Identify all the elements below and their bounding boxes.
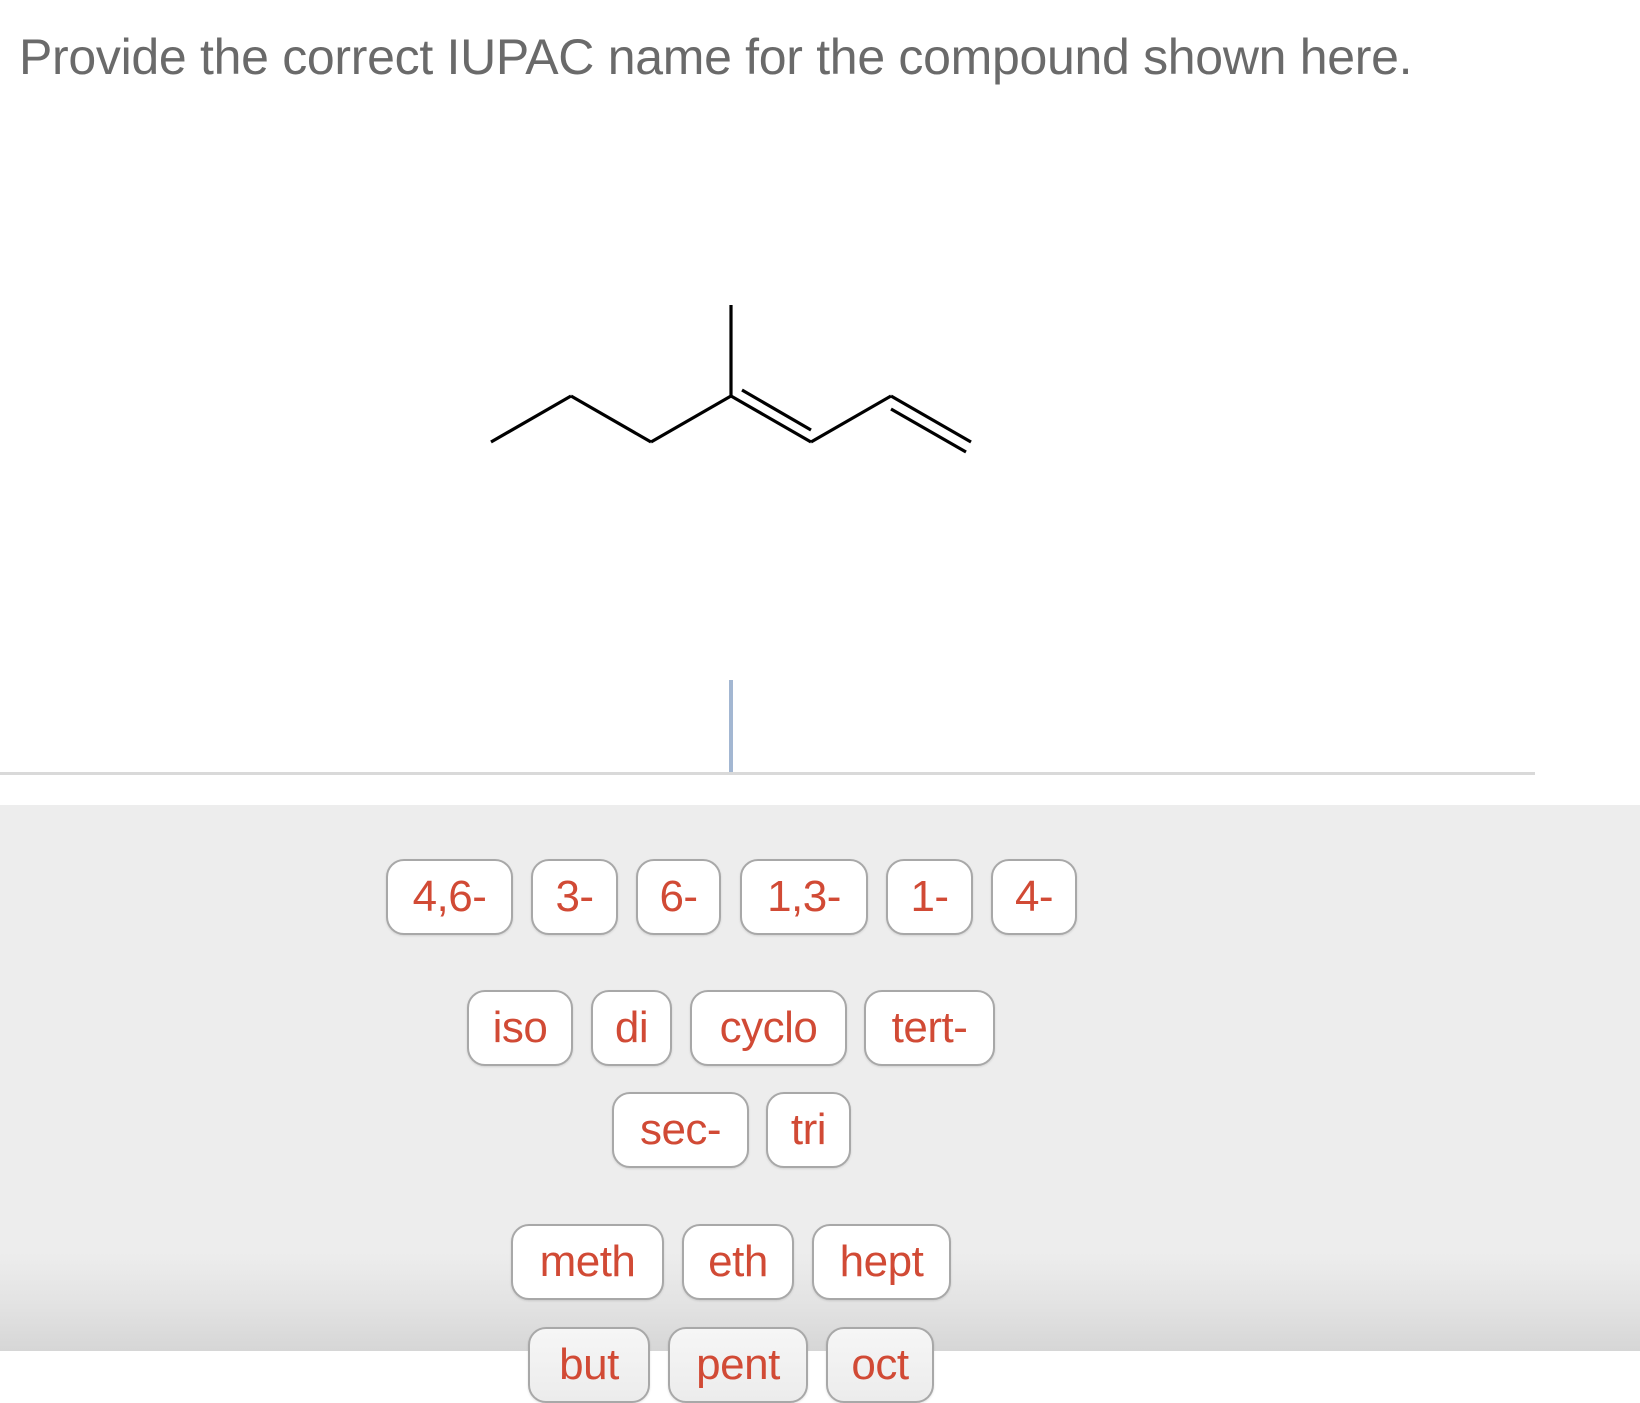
tile-locant-3[interactable]: 3- [531,859,618,935]
tile-root-meth[interactable]: meth [511,1224,664,1300]
tile-root-oct[interactable]: oct [826,1327,934,1403]
bond-c7-c6 [490,394,572,444]
tile-root-pent[interactable]: pent [668,1327,808,1403]
tile-prefix-tert[interactable]: tert- [864,990,995,1066]
answer-field-underline[interactable] [0,772,1535,775]
bond-c3-c2 [810,394,892,444]
tile-locant-4[interactable]: 4- [991,859,1077,935]
text-cursor [729,680,733,774]
bond-c2-c1-double-b [890,407,967,454]
root-row-2: but pent oct [0,1327,1640,1403]
tile-prefix-tri[interactable]: tri [766,1092,851,1168]
prefix-row: iso di cyclo tert- [0,990,1640,1066]
tile-locant-1[interactable]: 1- [886,859,973,935]
tile-root-hept[interactable]: hept [812,1224,951,1300]
tile-prefix-iso[interactable]: iso [467,990,573,1066]
bond-c5-c4 [650,394,732,444]
prefix-row-2: sec- tri [0,1092,1640,1168]
tile-prefix-di[interactable]: di [591,990,672,1066]
tile-root-eth[interactable]: eth [682,1224,794,1300]
locant-row: 4,6- 3- 6- 1,3- 1- 4- [0,859,1640,935]
bond-c6-c5 [570,394,652,444]
tile-prefix-cyclo[interactable]: cyclo [690,990,847,1066]
molecule-structure [490,305,972,454]
tile-prefix-sec[interactable]: sec- [612,1092,749,1168]
tile-locant-6[interactable]: 6- [636,859,721,935]
tile-root-but[interactable]: but [528,1327,650,1403]
root-row: meth eth hept [0,1224,1640,1300]
bond-c4-c3-double-a [730,394,812,444]
bond-c2-c1-double-a [890,394,972,444]
tile-locant-1-3[interactable]: 1,3- [740,859,868,935]
tile-locant-4-6[interactable]: 4,6- [386,859,513,935]
